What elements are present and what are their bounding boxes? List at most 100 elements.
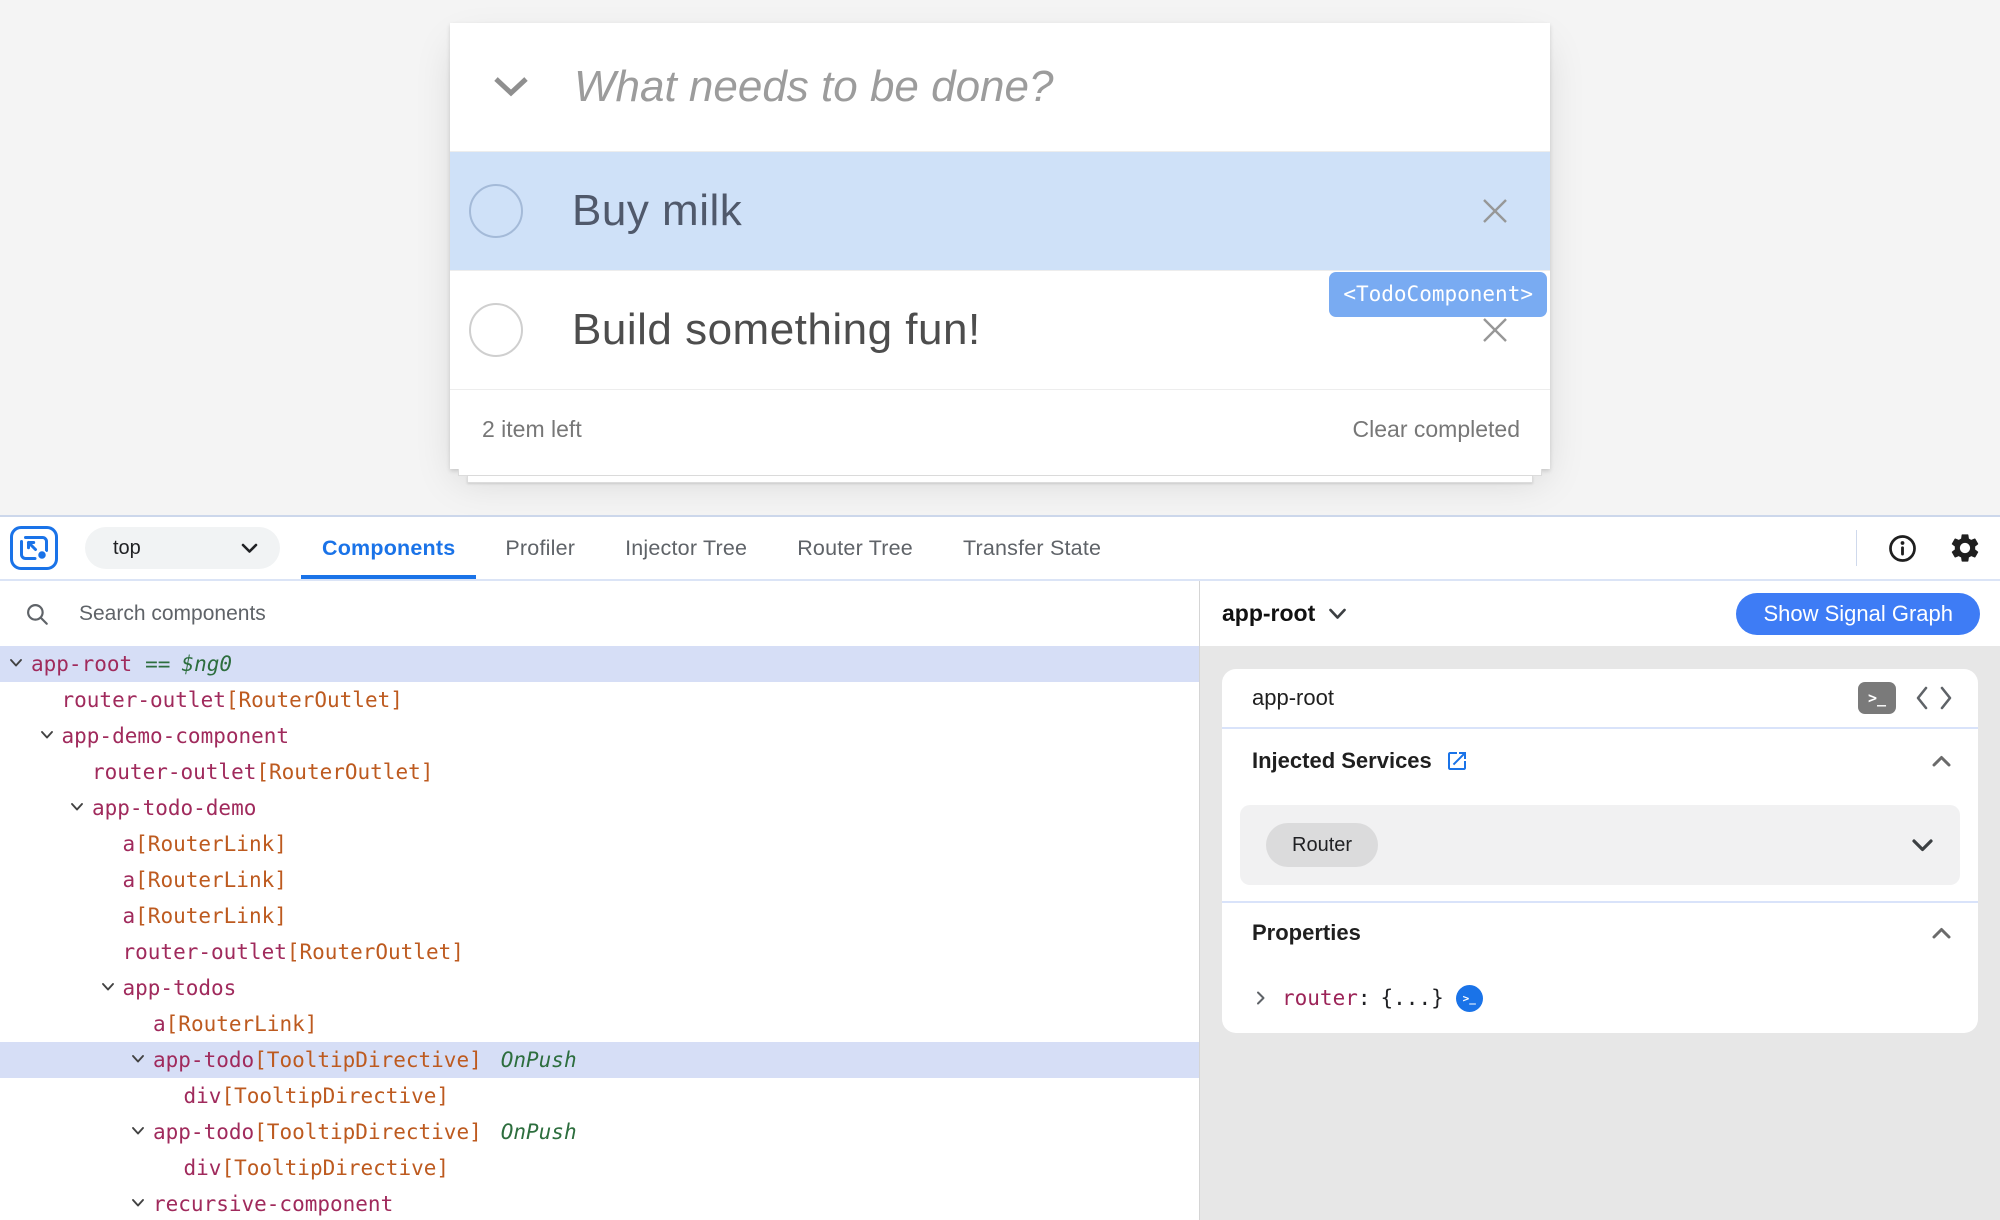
chevron-down-icon[interactable] — [1911, 838, 1934, 853]
property-row: router : {...} >_ — [1222, 969, 1978, 1027]
component-tree-node[interactable]: app-todo[TooltipDirective] OnPush — [0, 1114, 1199, 1150]
frame-selector-value: top — [113, 537, 141, 560]
tab-transfer-state[interactable]: Transfer State — [942, 517, 1122, 579]
expand-chevron-right-icon[interactable] — [1256, 990, 1266, 1006]
component-tree-node[interactable]: a[RouterLink] — [0, 1006, 1199, 1042]
component-tree-node[interactable]: app-todos — [0, 970, 1199, 1006]
component-details-card: app-root >_ — [1222, 669, 1978, 1033]
expand-chevron-icon[interactable] — [131, 1054, 145, 1064]
angular-devtools-screen: Buy milk Build something fun! 2 item lef… — [0, 0, 2000, 1220]
element-name: app-root — [31, 652, 132, 676]
stacked-sheet-decoration — [458, 469, 1542, 476]
todo-toggle-checkbox[interactable] — [469, 303, 523, 357]
delete-todo-button[interactable] — [1477, 193, 1513, 229]
delete-todo-button[interactable] — [1477, 312, 1513, 348]
devtools-main: app-root ==$ng0 router-outlet[RouterOutl… — [0, 581, 2000, 1220]
tab-label: Profiler — [505, 536, 575, 561]
new-todo-input[interactable] — [572, 61, 1550, 113]
element-name: router-outlet — [123, 940, 287, 964]
directive-name: [TooltipDirective] — [221, 1084, 449, 1108]
expand-chevron-icon[interactable] — [9, 658, 23, 668]
component-tree-node[interactable]: router-outlet[RouterOutlet] — [0, 682, 1199, 718]
element-name: a — [123, 868, 136, 892]
directive-name: [RouterOutlet] — [287, 940, 464, 964]
todo-toggle-checkbox[interactable] — [469, 184, 523, 238]
component-tree-node[interactable]: a[RouterLink] — [0, 862, 1199, 898]
todo-item-label: Build something fun! — [572, 305, 981, 355]
info-icon — [1887, 533, 1918, 564]
component-tree-node[interactable]: div[TooltipDirective] — [0, 1078, 1199, 1114]
injected-service-chip: Router — [1266, 823, 1378, 867]
breadcrumb-chevron-down-icon[interactable] — [1328, 608, 1347, 620]
expand-chevron-icon[interactable] — [101, 982, 115, 992]
todo-item-row[interactable]: Buy milk — [450, 152, 1550, 271]
property-value: {...} — [1381, 986, 1444, 1010]
element-name: app-demo-component — [62, 724, 290, 748]
component-tree-node[interactable]: router-outlet[RouterOutlet] — [0, 754, 1199, 790]
element-name: div — [184, 1156, 222, 1180]
tab-injector-tree[interactable]: Injector Tree — [604, 517, 768, 579]
component-tree-node[interactable]: a[RouterLink] — [0, 898, 1199, 934]
card-actions: >_ — [1858, 682, 1954, 714]
component-tree: app-root ==$ng0 router-outlet[RouterOutl… — [0, 646, 1199, 1220]
details-body: app-root >_ — [1200, 646, 2000, 1220]
collapse-section-chevron-up-icon[interactable] — [1931, 926, 1952, 940]
log-to-console-terminal-icon[interactable]: >_ — [1456, 985, 1483, 1012]
element-name: app-todo — [153, 1048, 254, 1072]
component-tree-node[interactable]: app-root ==$ng0 — [0, 646, 1199, 682]
component-tree-node[interactable]: div[TooltipDirective] — [0, 1150, 1199, 1186]
element-name: recursive-component — [153, 1192, 393, 1216]
directive-name: [RouterLink] — [135, 904, 287, 928]
element-name: app-todo — [153, 1120, 254, 1144]
tab-label: Router Tree — [797, 536, 913, 561]
close-icon — [1478, 194, 1512, 228]
stacked-sheet-decoration — [467, 476, 1533, 483]
card-title-row: app-root >_ — [1222, 669, 1978, 727]
toolbar-right-actions — [1856, 517, 1982, 579]
inspect-element-button[interactable] — [10, 526, 58, 570]
directive-name: [RouterLink] — [135, 832, 287, 856]
element-name: app-todo-demo — [92, 796, 256, 820]
expand-chevron-icon[interactable] — [40, 730, 54, 740]
tab-router-tree[interactable]: Router Tree — [776, 517, 934, 579]
component-tree-node[interactable]: a[RouterLink] — [0, 826, 1199, 862]
show-signal-graph-button[interactable]: Show Signal Graph — [1736, 593, 1980, 635]
component-tree-node[interactable]: app-demo-component — [0, 718, 1199, 754]
component-search-row — [0, 581, 1199, 646]
component-highlight-badge: <TodoComponent> — [1329, 272, 1547, 317]
terminal-icon[interactable]: >_ — [1858, 682, 1896, 714]
tab-components[interactable]: Components — [301, 517, 476, 579]
frame-selector-dropdown[interactable]: top — [85, 527, 280, 569]
properties-label: Properties — [1252, 920, 1361, 946]
expand-chevron-icon[interactable] — [70, 802, 84, 812]
info-button[interactable] — [1887, 533, 1918, 564]
new-todo-row — [450, 23, 1550, 152]
search-components-input[interactable] — [77, 601, 1199, 627]
expand-chevron-icon[interactable] — [131, 1126, 145, 1136]
items-left-count: 2 item left — [482, 416, 582, 443]
component-tree-node[interactable]: app-todo[TooltipDirective] OnPush — [0, 1042, 1199, 1078]
code-brackets-icon[interactable] — [1914, 685, 1954, 711]
inspect-element-icon — [19, 535, 49, 561]
open-in-new-icon[interactable] — [1445, 749, 1469, 773]
component-tree-node[interactable]: recursive-component — [0, 1186, 1199, 1220]
tab-profiler[interactable]: Profiler — [484, 517, 596, 579]
toggle-all-button[interactable] — [450, 76, 572, 98]
settings-button[interactable] — [1948, 531, 1982, 565]
clear-completed-button[interactable]: Clear completed — [1353, 416, 1520, 443]
element-name: router-outlet — [92, 760, 256, 784]
close-icon — [1478, 313, 1512, 347]
directive-name: [TooltipDirective] — [254, 1048, 482, 1072]
directive-name: [TooltipDirective] — [221, 1156, 449, 1180]
component-tree-node[interactable]: router-outlet[RouterOutlet] — [0, 934, 1199, 970]
components-pane: app-root ==$ng0 router-outlet[RouterOutl… — [0, 581, 1200, 1220]
element-name: div — [184, 1084, 222, 1108]
todo-demo-page: Buy milk Build something fun! 2 item lef… — [0, 0, 2000, 515]
collapse-section-chevron-up-icon[interactable] — [1931, 754, 1952, 768]
element-name: app-todos — [123, 976, 237, 1000]
directive-name: [RouterLink] — [166, 1012, 318, 1036]
expand-chevron-icon[interactable] — [131, 1198, 145, 1208]
injected-services-box[interactable]: Router — [1240, 805, 1960, 885]
component-tree-node[interactable]: app-todo-demo — [0, 790, 1199, 826]
gear-icon — [1948, 531, 1982, 565]
